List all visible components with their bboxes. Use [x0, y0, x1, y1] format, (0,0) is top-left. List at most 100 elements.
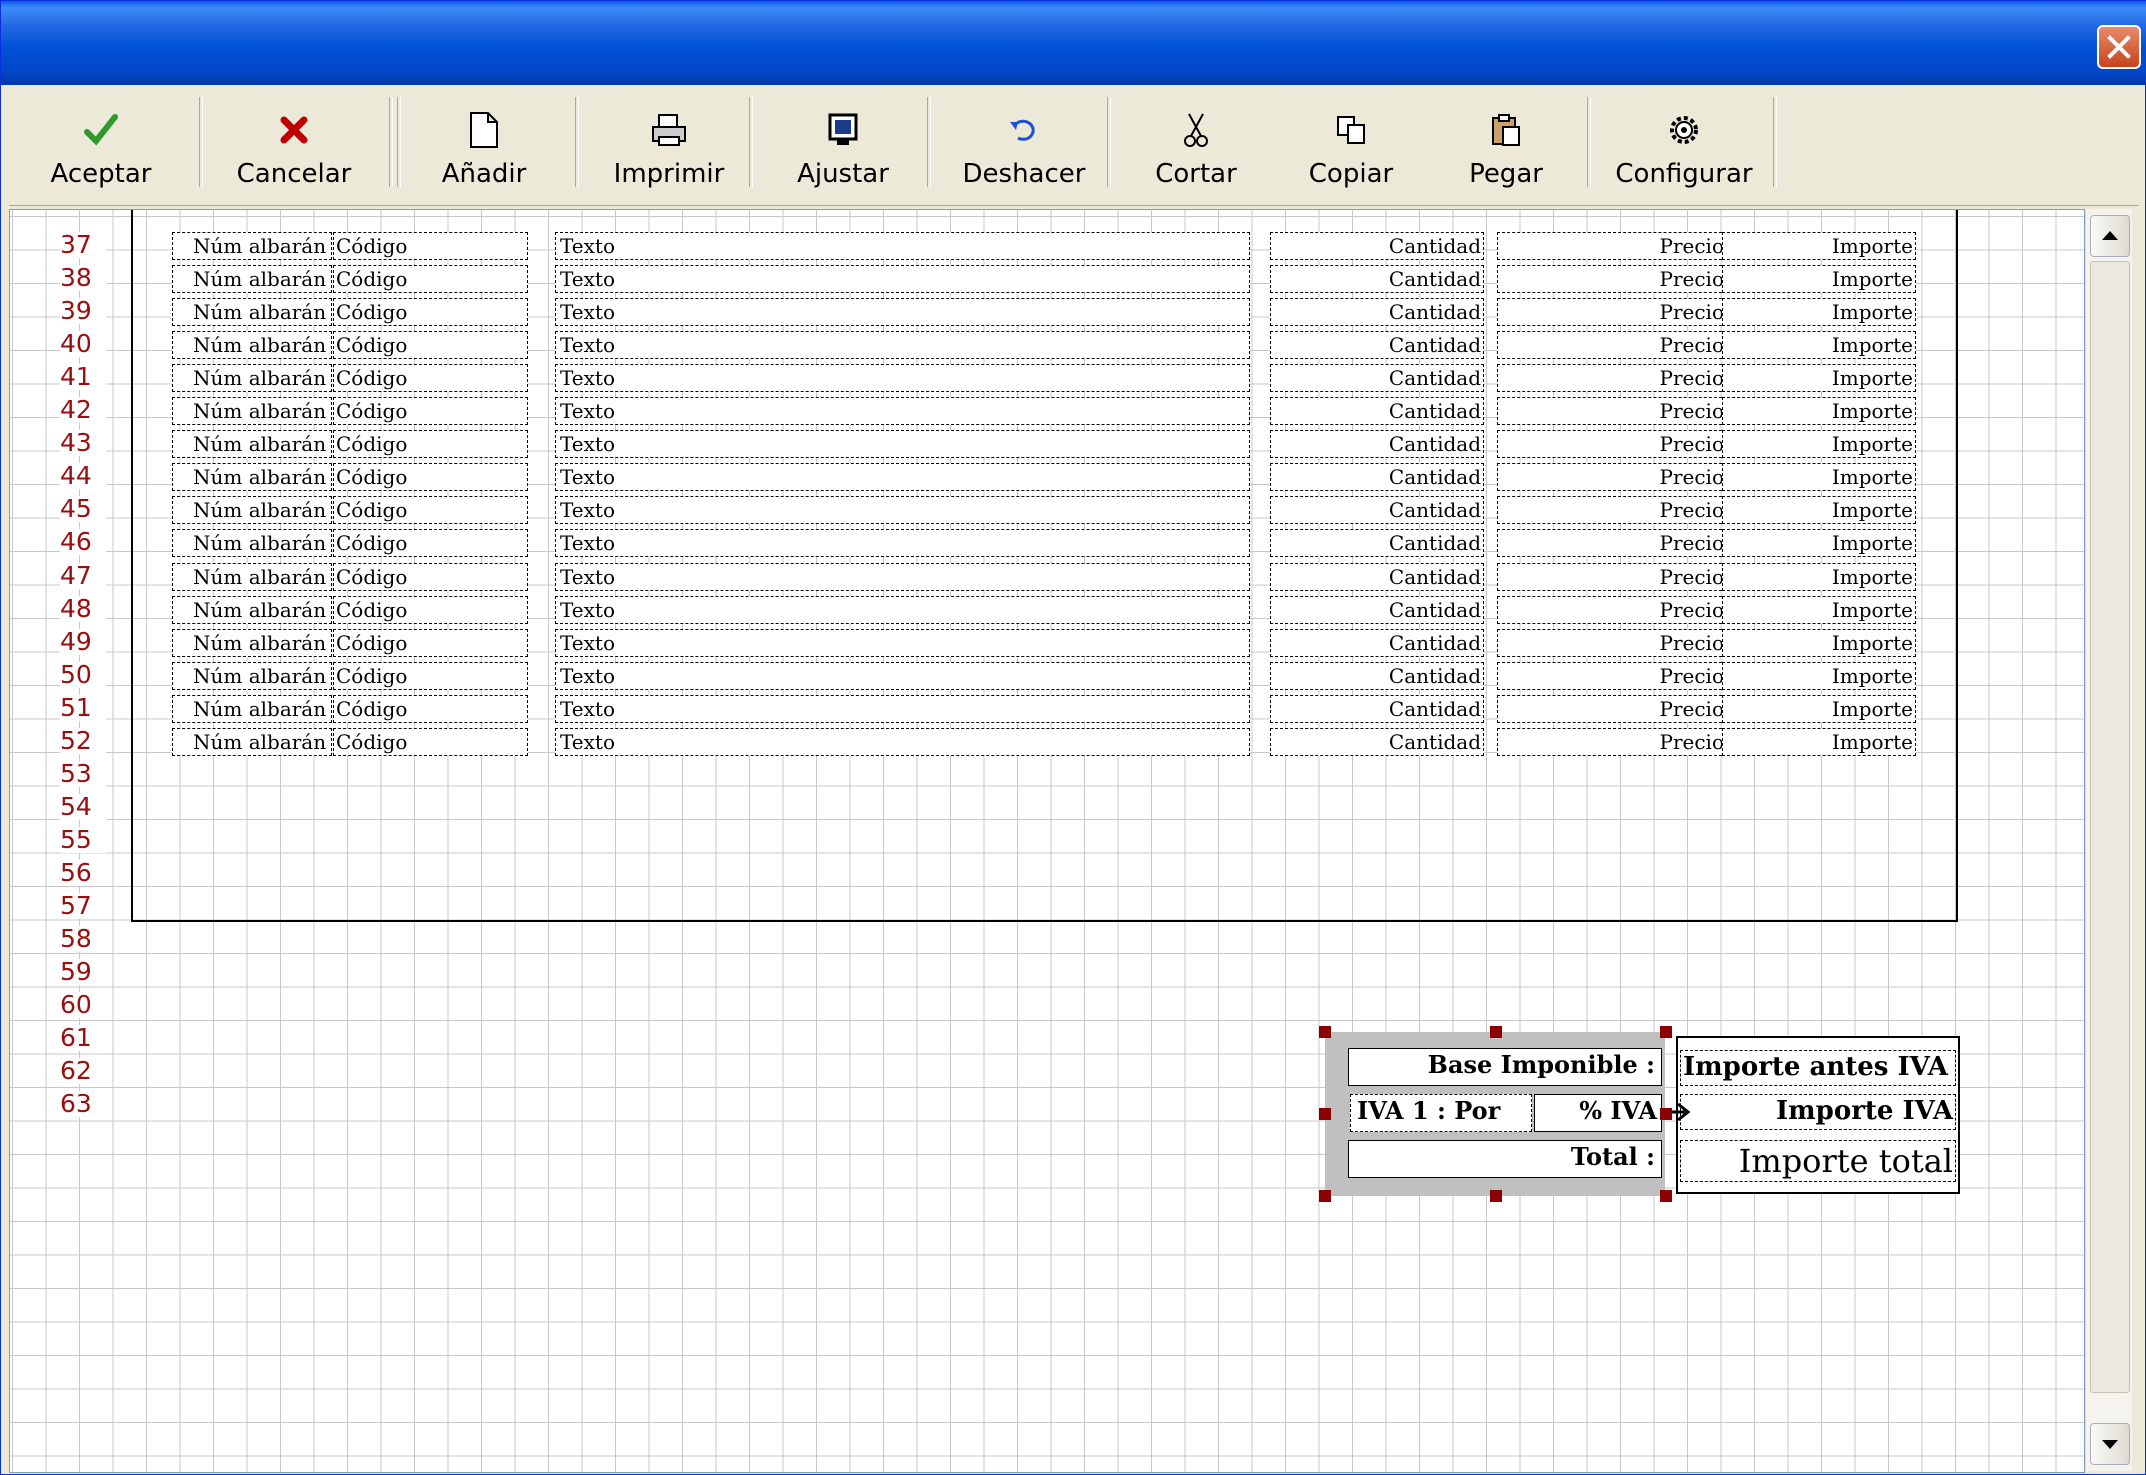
codigo-field[interactable]: Código: [333, 496, 528, 525]
texto-field[interactable]: Texto: [555, 562, 1250, 591]
albaran-field[interactable]: Núm albarán: [172, 661, 332, 690]
importe-field[interactable]: Importe: [1722, 727, 1916, 756]
texto-field[interactable]: Texto: [555, 529, 1250, 558]
codigo-field[interactable]: Código: [333, 232, 528, 260]
precio-field[interactable]: Precio: [1497, 463, 1727, 492]
texto-field[interactable]: Texto: [555, 661, 1250, 690]
precio-field[interactable]: Precio: [1497, 430, 1727, 459]
albaran-field[interactable]: Núm albarán: [172, 595, 332, 624]
albaran-field[interactable]: Núm albarán: [172, 397, 332, 426]
albaran-field[interactable]: Núm albarán: [172, 628, 332, 657]
importe-field[interactable]: Importe: [1722, 628, 1916, 657]
cantidad-field[interactable]: Cantidad: [1270, 496, 1484, 525]
title-bar[interactable]: [1, 1, 2146, 85]
importe-field[interactable]: Importe: [1722, 529, 1916, 558]
iva-percent-field[interactable]: % IVA: [1534, 1094, 1662, 1132]
albaran-field[interactable]: Núm albarán: [172, 694, 332, 723]
albaran-field[interactable]: Núm albarán: [172, 331, 332, 360]
codigo-field[interactable]: Código: [333, 265, 528, 294]
scroll-down-button[interactable]: [2090, 1423, 2130, 1465]
accept-button[interactable]: Aceptar: [31, 97, 171, 197]
print-button[interactable]: Imprimir: [589, 97, 749, 197]
base-imponible-label[interactable]: Base Imponible :: [1348, 1048, 1662, 1086]
albaran-field[interactable]: Núm albarán: [172, 265, 332, 294]
importe-field[interactable]: Importe: [1722, 232, 1916, 260]
texto-field[interactable]: Texto: [555, 496, 1250, 525]
precio-field[interactable]: Precio: [1497, 397, 1727, 426]
importe-field[interactable]: Importe: [1722, 463, 1916, 492]
precio-field[interactable]: Precio: [1497, 595, 1727, 624]
paste-button[interactable]: Pegar: [1431, 97, 1581, 197]
design-canvas[interactable]: Núm albarán Código Texto Cantidad Precio Impo…: [9, 209, 2085, 1473]
codigo-field[interactable]: Código: [333, 628, 528, 657]
codigo-field[interactable]: Código: [333, 694, 528, 723]
importe-field[interactable]: Importe: [1722, 562, 1916, 591]
texto-field[interactable]: Texto: [555, 331, 1250, 360]
importe-field[interactable]: Importe: [1722, 661, 1916, 690]
cantidad-field[interactable]: Cantidad: [1270, 397, 1484, 426]
albaran-field[interactable]: Núm albarán: [172, 430, 332, 459]
precio-field[interactable]: Precio: [1497, 298, 1727, 327]
close-button[interactable]: [2097, 25, 2141, 69]
scroll-up-button[interactable]: [2090, 215, 2130, 257]
resize-handle[interactable]: [1490, 1190, 1502, 1202]
texto-field[interactable]: Texto: [555, 298, 1250, 327]
resize-handle[interactable]: [1660, 1190, 1672, 1202]
cantidad-field[interactable]: Cantidad: [1270, 265, 1484, 294]
copy-button[interactable]: Copiar: [1271, 97, 1431, 197]
scroll-thumb[interactable]: [2090, 261, 2130, 1393]
codigo-field[interactable]: Código: [333, 463, 528, 492]
texto-field[interactable]: Texto: [555, 430, 1250, 459]
precio-field[interactable]: Precio: [1497, 694, 1727, 723]
codigo-field[interactable]: Código: [333, 397, 528, 426]
resize-handle[interactable]: [1660, 1026, 1672, 1038]
importe-field[interactable]: Importe: [1722, 496, 1916, 525]
resize-handle[interactable]: [1319, 1108, 1331, 1120]
resize-handle[interactable]: [1319, 1190, 1331, 1202]
precio-field[interactable]: Precio: [1497, 364, 1727, 393]
cantidad-field[interactable]: Cantidad: [1270, 562, 1484, 591]
total-label[interactable]: Total :: [1348, 1140, 1662, 1178]
texto-field[interactable]: Texto: [555, 364, 1250, 393]
cantidad-field[interactable]: Cantidad: [1270, 463, 1484, 492]
cantidad-field[interactable]: Cantidad: [1270, 595, 1484, 624]
precio-field[interactable]: Precio: [1497, 496, 1727, 525]
codigo-field[interactable]: Código: [333, 529, 528, 558]
importe-antes-iva-field[interactable]: Importe antes IVA: [1680, 1050, 1956, 1086]
albaran-field[interactable]: Núm albarán: [172, 529, 332, 558]
cantidad-field[interactable]: Cantidad: [1270, 661, 1484, 690]
cut-button[interactable]: Cortar: [1121, 97, 1271, 197]
codigo-field[interactable]: Código: [333, 661, 528, 690]
precio-field[interactable]: Precio: [1497, 628, 1727, 657]
codigo-field[interactable]: Código: [333, 364, 528, 393]
precio-field[interactable]: Precio: [1497, 331, 1727, 360]
cantidad-field[interactable]: Cantidad: [1270, 298, 1484, 327]
texto-field[interactable]: Texto: [555, 628, 1250, 657]
importe-field[interactable]: Importe: [1722, 364, 1916, 393]
albaran-field[interactable]: Núm albarán: [172, 562, 332, 591]
importe-total-field[interactable]: Importe total: [1680, 1140, 1956, 1182]
importe-field[interactable]: Importe: [1722, 331, 1916, 360]
importe-iva-field[interactable]: Importe IVA: [1680, 1094, 1956, 1130]
importe-field[interactable]: Importe: [1722, 694, 1916, 723]
albaran-field[interactable]: Núm albarán: [172, 727, 332, 756]
codigo-field[interactable]: Código: [333, 595, 528, 624]
cantidad-field[interactable]: Cantidad: [1270, 727, 1484, 756]
importe-field[interactable]: Importe: [1722, 265, 1916, 294]
importe-field[interactable]: Importe: [1722, 298, 1916, 327]
cantidad-field[interactable]: Cantidad: [1270, 529, 1484, 558]
iva-label[interactable]: IVA 1 : Por: [1350, 1094, 1532, 1132]
add-button[interactable]: Añadir: [409, 97, 559, 197]
cantidad-field[interactable]: Cantidad: [1270, 430, 1484, 459]
texto-field[interactable]: Texto: [555, 694, 1250, 723]
importe-field[interactable]: Importe: [1722, 595, 1916, 624]
cancel-button[interactable]: Cancelar: [219, 97, 369, 197]
albaran-field[interactable]: Núm albarán: [172, 232, 332, 260]
adjust-button[interactable]: Ajustar: [765, 97, 921, 197]
codigo-field[interactable]: Código: [333, 727, 528, 756]
cantidad-field[interactable]: Cantidad: [1270, 364, 1484, 393]
precio-field[interactable]: Precio: [1497, 727, 1727, 756]
codigo-field[interactable]: Código: [333, 298, 528, 327]
precio-field[interactable]: Precio: [1497, 562, 1727, 591]
texto-field[interactable]: Texto: [555, 727, 1250, 756]
